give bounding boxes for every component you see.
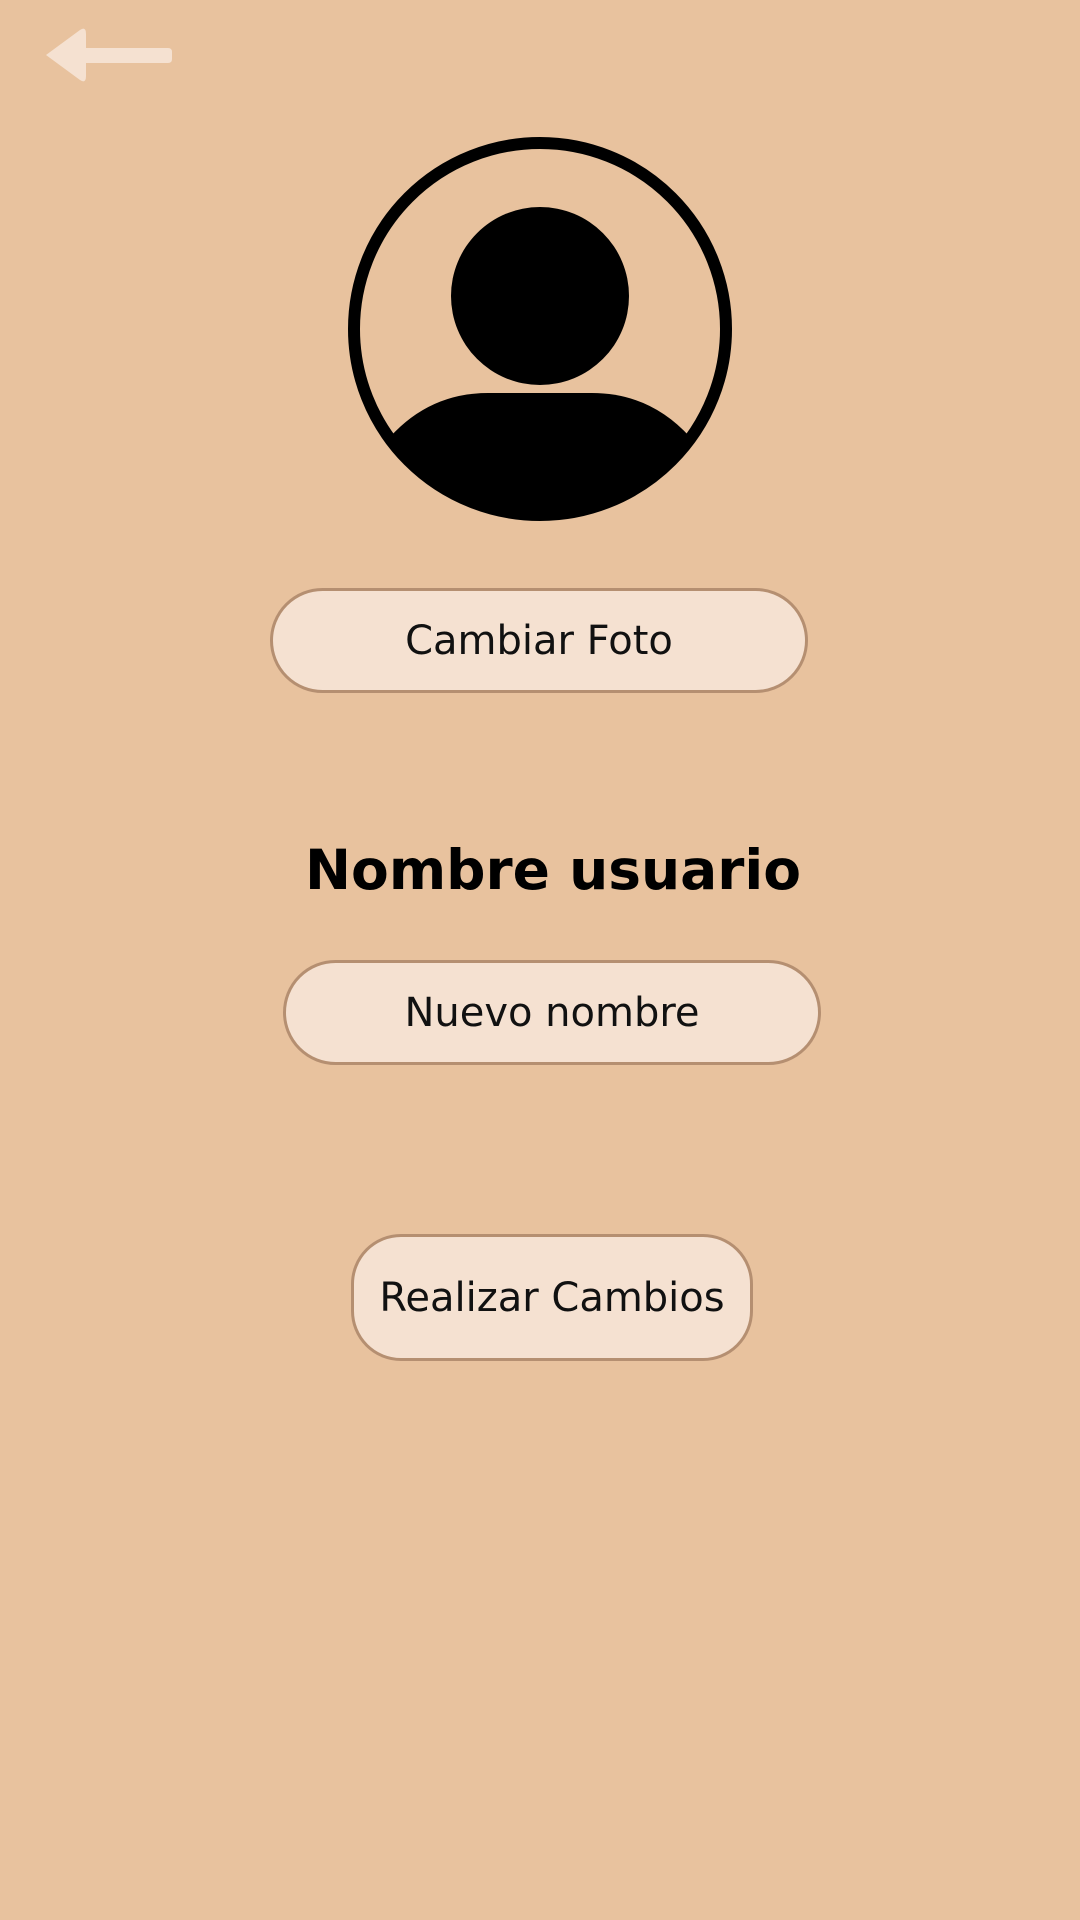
username-label: Nombre usuario bbox=[305, 838, 801, 902]
new-name-input[interactable] bbox=[283, 960, 821, 1065]
user-avatar-icon bbox=[348, 137, 732, 521]
arrow-left-icon bbox=[46, 28, 172, 82]
back-button[interactable] bbox=[40, 26, 176, 84]
change-photo-button[interactable]: Cambiar Foto bbox=[270, 588, 808, 693]
apply-changes-button[interactable]: Realizar Cambios bbox=[351, 1234, 753, 1361]
avatar bbox=[348, 137, 732, 521]
